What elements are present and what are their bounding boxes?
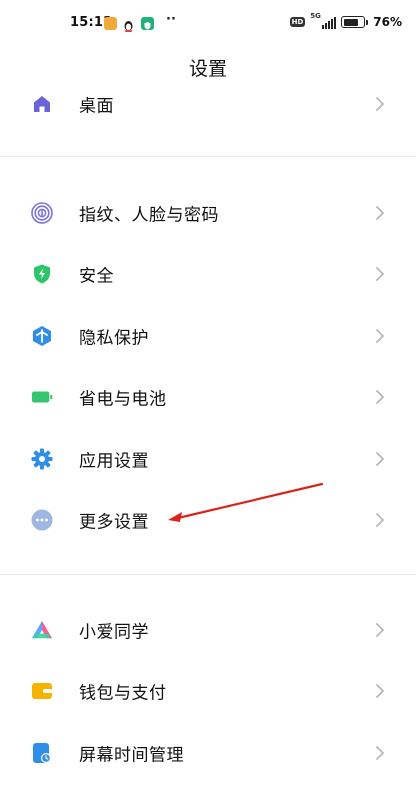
battery-icon xyxy=(31,386,53,408)
network-type: 5G xyxy=(310,12,321,20)
settings-item-label: 应用设置 xyxy=(79,451,149,472)
notification-app-icon xyxy=(104,17,117,30)
hd-voice-badge: HD xyxy=(289,17,306,27)
settings-item-label: 省电与电池 xyxy=(79,389,167,410)
settings-item-label: 安全 xyxy=(79,266,114,287)
section-divider xyxy=(0,574,416,575)
gear-icon xyxy=(31,448,53,470)
status-bar: 15:13 ·· HD 5G 76% xyxy=(0,0,416,44)
chevron-right-icon xyxy=(376,267,384,281)
chevron-right-icon xyxy=(376,329,384,343)
screen-time-icon xyxy=(31,742,53,764)
more-icon xyxy=(31,509,53,531)
page-title: 设置 xyxy=(188,58,227,80)
settings-item-wallet[interactable]: 钱包与支付 xyxy=(0,668,416,714)
settings-item-privacy[interactable]: 隐私保护 xyxy=(0,313,416,359)
fingerprint-icon xyxy=(31,202,53,224)
security-notification-icon xyxy=(141,17,154,30)
shield-icon xyxy=(31,263,53,285)
settings-item-xiaoai[interactable]: 小爱同学 xyxy=(0,607,416,653)
settings-item-screen-time[interactable]: 屏幕时间管理 xyxy=(0,730,416,776)
privacy-icon xyxy=(31,325,53,347)
wallet-icon xyxy=(31,680,53,702)
status-indicators: HD 5G 76% xyxy=(289,12,402,31)
home-icon xyxy=(31,93,53,115)
chevron-right-icon xyxy=(376,513,384,527)
qq-penguin-icon xyxy=(122,17,135,32)
settings-item-app-settings[interactable]: 应用设置 xyxy=(0,436,416,482)
settings-item-label: 屏幕时间管理 xyxy=(79,745,184,766)
settings-item-more-settings[interactable]: 更多设置 xyxy=(0,497,416,543)
chevron-right-icon xyxy=(376,390,384,404)
settings-item-label: 更多设置 xyxy=(79,512,149,533)
more-notifications-indicator: ·· xyxy=(166,12,176,27)
chevron-right-icon xyxy=(376,97,384,111)
settings-item-battery[interactable]: 省电与电池 xyxy=(0,374,416,420)
settings-item-label: 小爱同学 xyxy=(79,622,149,643)
settings-item-security[interactable]: 安全 xyxy=(0,251,416,297)
settings-item-fingerprint-face-password[interactable]: 指纹、人脸与密码 xyxy=(0,190,416,236)
chevron-right-icon xyxy=(376,684,384,698)
chevron-right-icon xyxy=(376,746,384,760)
settings-item-label: 桌面 xyxy=(79,96,114,117)
settings-item-desktop[interactable]: 桌面 xyxy=(0,81,416,127)
xiaoai-icon xyxy=(31,619,53,641)
cellular-signal-icon: 5G xyxy=(310,12,337,29)
chevron-right-icon xyxy=(376,623,384,637)
section-divider xyxy=(0,156,416,157)
battery-percent: 76% xyxy=(373,15,402,29)
battery-level-fill xyxy=(343,18,359,26)
settings-item-label: 隐私保护 xyxy=(79,328,149,349)
chevron-right-icon xyxy=(376,206,384,220)
battery-icon xyxy=(341,16,369,28)
settings-item-label: 钱包与支付 xyxy=(79,683,167,704)
settings-item-label: 指纹、人脸与密码 xyxy=(79,205,219,226)
chevron-right-icon xyxy=(376,452,384,466)
